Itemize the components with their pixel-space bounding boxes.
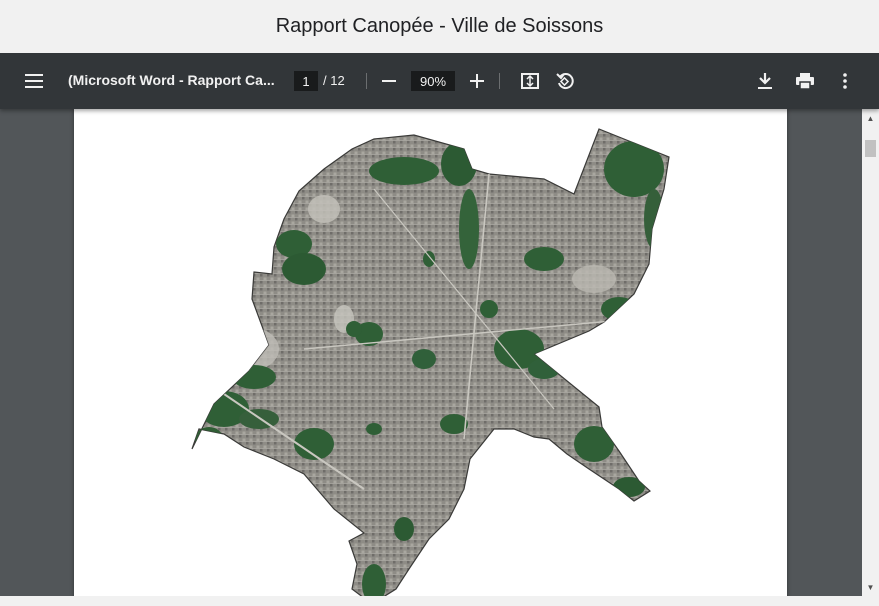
print-button[interactable] (789, 65, 821, 97)
menu-icon (25, 74, 43, 88)
total-pages: 12 (330, 73, 345, 88)
more-options-button[interactable] (829, 65, 861, 97)
pdf-content-area[interactable] (0, 109, 862, 606)
zoom-input[interactable]: 90% (411, 71, 455, 91)
page-header: Rapport Canopée - Ville de Soissons (0, 0, 879, 53)
scroll-down-arrow-icon[interactable]: ▼ (862, 580, 879, 594)
toolbar-divider (499, 73, 500, 89)
zoom-in-button[interactable] (461, 65, 493, 97)
vertical-scrollbar[interactable]: ▲ ▼ (862, 109, 879, 596)
pdf-page (74, 109, 787, 606)
print-icon (796, 73, 814, 89)
zoom-out-button[interactable] (373, 65, 405, 97)
minus-icon (382, 80, 396, 82)
page-number-input[interactable]: 1 (294, 71, 318, 91)
horizontal-scrollbar[interactable] (0, 596, 879, 606)
fit-page-icon (521, 73, 539, 89)
download-button[interactable] (749, 65, 781, 97)
more-vert-icon (843, 73, 847, 89)
rotate-button[interactable] (549, 65, 581, 97)
pdf-toolbar: (Microsoft Word - Rapport Ca... 1 / 12 9… (0, 53, 879, 109)
canopy-map (191, 128, 670, 605)
fit-page-button[interactable] (514, 65, 546, 97)
page-separator: / (323, 73, 327, 88)
page-total: / 12 (323, 73, 345, 88)
rotate-icon (556, 73, 574, 90)
toolbar-divider (366, 73, 367, 89)
scroll-up-arrow-icon[interactable]: ▲ (862, 111, 879, 125)
pdf-viewer: (Microsoft Word - Rapport Ca... 1 / 12 9… (0, 53, 879, 606)
download-icon (758, 73, 772, 89)
scrollbar-thumb[interactable] (865, 140, 876, 157)
menu-button[interactable] (18, 65, 50, 97)
page-title: Rapport Canopée - Ville de Soissons (275, 15, 604, 37)
document-title: (Microsoft Word - Rapport Ca... (68, 72, 275, 88)
plus-icon (470, 74, 484, 88)
